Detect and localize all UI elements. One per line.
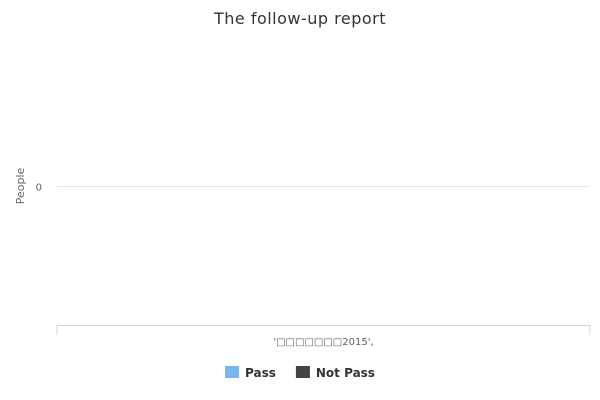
legend-label: Pass: [245, 366, 276, 380]
legend-swatch: [225, 366, 240, 378]
y-tick-labels: 0: [36, 183, 42, 194]
legend-label: Not Pass: [316, 366, 375, 380]
legend: Pass Not Pass: [225, 366, 375, 380]
chart-svg: The follow-up report People 0 '□□□□□□□20…: [14, 9, 591, 380]
y-tick-label: 0: [36, 183, 42, 194]
chart-title: The follow-up report: [213, 9, 386, 28]
chart-container: The follow-up report People 0 '□□□□□□□20…: [0, 0, 600, 400]
x-tick-label: '□□□□□□□2015',: [273, 337, 373, 348]
x-tick-labels: '□□□□□□□2015',: [273, 337, 373, 348]
y-axis-title: People: [14, 167, 27, 204]
x-axis-ticks: [56, 325, 591, 335]
legend-swatch: [295, 366, 310, 378]
